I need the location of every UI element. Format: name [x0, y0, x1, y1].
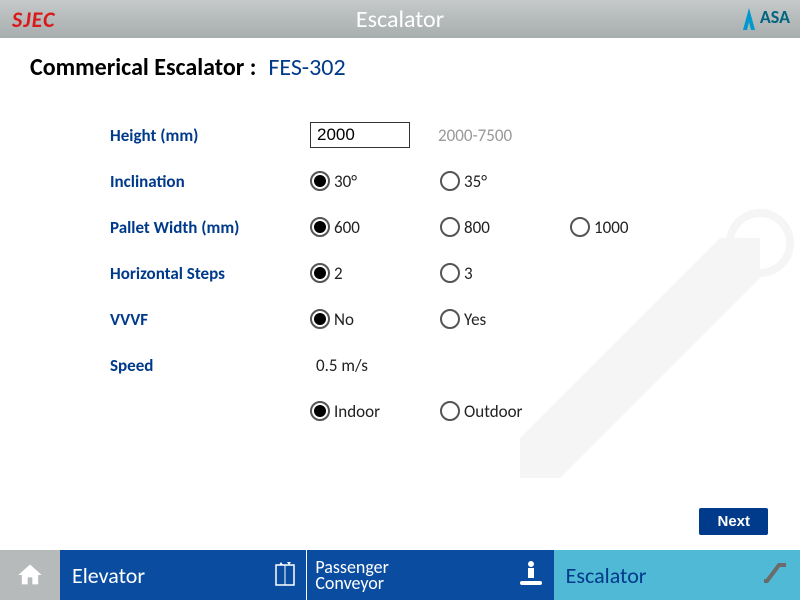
bottom-nav: Elevator Passenger Conveyor Escalator: [0, 550, 800, 600]
vvvf-yes[interactable]: Yes: [440, 309, 570, 330]
inclination-35[interactable]: 35°: [440, 171, 570, 192]
header-bar: SJEC Escalator ASA: [0, 0, 800, 38]
nav-passenger-conveyor[interactable]: Passenger Conveyor: [307, 550, 553, 600]
height-hint: 2000-7500: [438, 125, 512, 146]
location-outdoor[interactable]: Outdoor: [440, 401, 570, 422]
home-button[interactable]: [0, 550, 60, 600]
escalator-icon: [760, 559, 790, 592]
pallet-1000[interactable]: 1000: [570, 217, 670, 238]
home-icon: [16, 561, 44, 589]
hsteps-3[interactable]: 3: [440, 263, 570, 284]
nav-elevator[interactable]: Elevator: [60, 550, 306, 600]
speed-label: Speed: [110, 355, 310, 376]
pallet-width-label: Pallet Width (mm): [110, 217, 310, 238]
model-number: FES-302: [268, 53, 345, 82]
height-label: Height (mm): [110, 125, 310, 146]
sjec-logo: SJEC: [12, 6, 55, 33]
pallet-800[interactable]: 800: [440, 217, 570, 238]
page-title-row: Commerical Escalator : FES-302: [30, 53, 770, 82]
speed-value: 0.5 m/s: [316, 355, 368, 376]
nav-escalator[interactable]: Escalator: [554, 550, 800, 600]
horizontal-steps-label: Horizontal Steps: [110, 263, 310, 284]
location-indoor[interactable]: Indoor: [310, 401, 440, 422]
inclination-label: Inclination: [110, 171, 310, 192]
next-button[interactable]: Next: [699, 508, 768, 535]
hsteps-2[interactable]: 2: [310, 263, 440, 284]
header-title: Escalator: [356, 5, 444, 34]
config-form: Height (mm) 2000-7500 Inclination 30° 35…: [110, 112, 770, 434]
vvvf-no[interactable]: No: [310, 309, 440, 330]
conveyor-icon: [518, 559, 544, 592]
asa-logo: ASA: [740, 8, 790, 30]
elevator-icon: [274, 559, 296, 592]
pallet-600[interactable]: 600: [310, 217, 440, 238]
height-input[interactable]: [310, 122, 410, 148]
inclination-30[interactable]: 30°: [310, 171, 440, 192]
content-area: Commerical Escalator : FES-302 Height (m…: [0, 38, 800, 550]
vvvf-label: VVVF: [110, 309, 310, 330]
page-title: Commerical Escalator :: [30, 53, 256, 82]
